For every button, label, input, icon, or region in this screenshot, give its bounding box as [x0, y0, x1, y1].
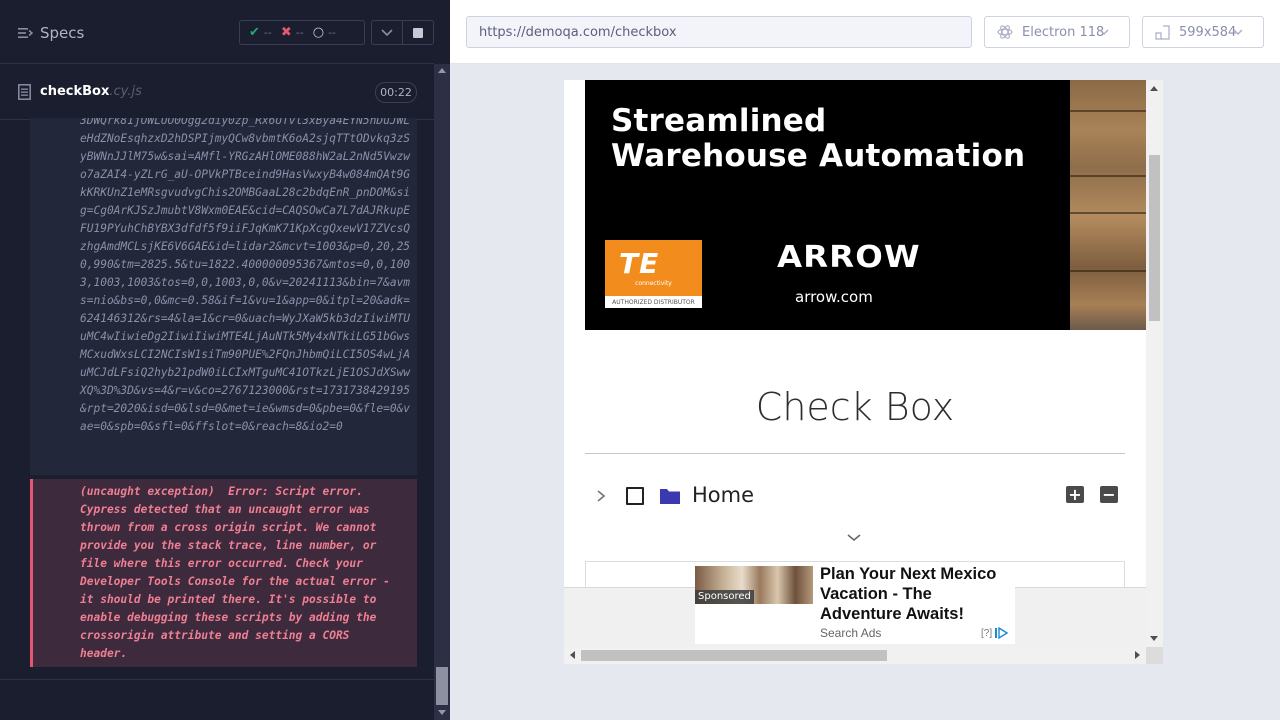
pending-icon: ○ [312, 25, 325, 40]
te-logo-sub: connectivity [635, 280, 672, 287]
list-icon[interactable] [17, 25, 33, 41]
warehouse-boxes-image [1070, 80, 1146, 330]
test-stats: ✔ -- ✖ -- ○ -- [239, 20, 365, 45]
scroll-up-icon[interactable] [438, 68, 446, 73]
adchoices-icon [995, 627, 1009, 639]
sponsored-ad[interactable]: Sponsored Plan Your Next Mexico Vacation… [695, 564, 1015, 644]
viewport-icon [1155, 24, 1170, 40]
page-title: Check Box [755, 385, 955, 429]
failed-count: -- [295, 26, 304, 39]
ad-search-label[interactable]: Search Ads [820, 626, 881, 640]
run-controls [371, 20, 434, 45]
scrollbar-corner [1146, 647, 1163, 664]
box-edge [1070, 110, 1146, 112]
arrow-url: arrow.com [795, 288, 873, 306]
spec-extension: .cy.js [109, 84, 142, 99]
horizontal-scrollbar[interactable] [564, 647, 1146, 664]
cypress-reporter: Specs ✔ -- ✖ -- ○ -- checkBox.cy.js 00:2… [0, 0, 450, 720]
passed-stat: ✔ -- [249, 25, 272, 40]
vertical-scrollbar[interactable] [1146, 80, 1163, 647]
te-connectivity-logo: TE connectivity AUTHORIZED DISTRIBUTOR [605, 240, 702, 308]
ad-choices[interactable]: [?] [981, 627, 1009, 639]
box-edge [1070, 175, 1146, 177]
scroll-down-icon[interactable] [438, 710, 446, 715]
spec-filename: checkBox.cy.js [40, 84, 142, 99]
ad-info-label: [?] [981, 627, 993, 639]
viewport-dropdown[interactable]: 599x584 [1142, 16, 1264, 48]
tree-label-home[interactable]: Home [692, 483, 754, 507]
box-edge [1070, 212, 1146, 214]
stop-button[interactable] [402, 21, 433, 44]
spec-name: checkBox [40, 84, 110, 99]
divider [0, 679, 434, 680]
x-icon: ✖ [280, 25, 292, 40]
te-badge: AUTHORIZED DISTRIBUTOR [605, 296, 702, 308]
error-log: (uncaught exception) Error: Script error… [30, 479, 417, 667]
scrollbar-thumb[interactable] [1149, 155, 1160, 321]
electron-icon [997, 25, 1013, 39]
chevron-down-icon [381, 28, 393, 36]
scrollbar-thumb[interactable] [436, 667, 448, 705]
check-icon: ✔ [249, 25, 260, 40]
error-message: (uncaught exception) Error: Script error… [80, 485, 390, 660]
command-log-url: 3DWQrk81jOWLUO0Ogg2diy0zp_Rx6UTvl3xBya4E… [30, 118, 417, 475]
banner-title: Streamlined Warehouse Automation [611, 103, 1026, 174]
failed-stat: ✖ -- [281, 25, 304, 40]
chevron-down-icon [1099, 29, 1109, 35]
scroll-left-icon[interactable] [570, 651, 575, 659]
arrow-logo: ARROW [777, 240, 921, 275]
pending-stat: ○ -- [313, 25, 336, 40]
box-edge [1070, 270, 1146, 272]
passed-count: -- [263, 26, 272, 39]
file-icon [18, 84, 31, 100]
home-checkbox[interactable] [626, 487, 644, 505]
scroll-right-icon[interactable] [1135, 651, 1140, 659]
chevron-down-icon [1233, 29, 1243, 35]
scroll-up-icon[interactable] [1150, 86, 1158, 91]
expand-all-button[interactable]: + [1066, 486, 1084, 503]
url-log-text: 3DWQrk81jOWLUO0Ogg2diy0zp_Rx6UTvl3xBya4E… [80, 118, 411, 433]
sponsored-label: Sponsored [695, 590, 754, 604]
reporter-header: Specs ✔ -- ✖ -- ○ -- [0, 0, 434, 64]
te-logo-text: TE [619, 247, 660, 280]
url-field[interactable]: https://demoqa.com/checkbox [466, 16, 972, 48]
browser-dropdown[interactable]: Electron 118 [984, 16, 1130, 48]
spec-duration: 00:22 [375, 82, 417, 103]
aut-viewport: Streamlined Warehouse Automation TE conn… [564, 80, 1163, 664]
pending-count: -- [328, 26, 337, 39]
spec-row: checkBox.cy.js 00:22 [0, 64, 434, 120]
chevron-right-icon[interactable] [595, 488, 607, 504]
auto-scroll-button[interactable] [372, 21, 402, 44]
collapse-all-button[interactable]: − [1100, 486, 1118, 503]
viewport-label: 599x584 [1179, 24, 1237, 40]
aut-header: https://demoqa.com/checkbox Electron 118… [450, 0, 1280, 64]
ad-banner[interactable]: Streamlined Warehouse Automation TE conn… [585, 80, 1146, 330]
stop-icon [413, 27, 423, 38]
chevron-down-icon[interactable] [846, 533, 862, 543]
tree-node-home: Home + − [585, 480, 1125, 514]
browser-label: Electron 118 [1022, 24, 1105, 40]
ad-headline[interactable]: Plan Your Next Mexico Vacation - The Adv… [820, 564, 1016, 624]
scroll-down-icon[interactable] [1150, 636, 1158, 641]
folder-icon [660, 489, 680, 504]
divider [585, 453, 1125, 454]
reporter-scrollbar[interactable] [434, 64, 450, 720]
scrollbar-thumb[interactable] [581, 650, 887, 661]
specs-button[interactable]: Specs [40, 24, 84, 42]
